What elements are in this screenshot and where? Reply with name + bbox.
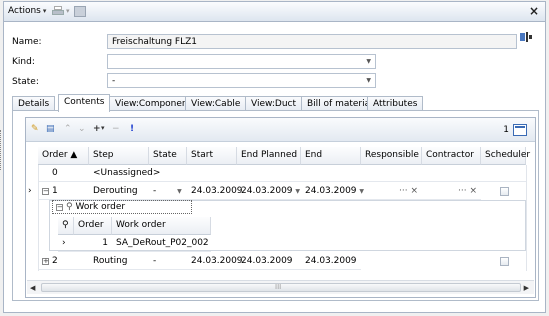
row-selector-icon: › [28,186,32,196]
grid-toolbar: ✎ ▤ ⌃ ⌄ + ▾ − ! 1 [26,118,535,142]
chevron-down-icon: ▾ [42,7,47,15]
remove-icon[interactable]: − [112,124,120,134]
state-select[interactable]: - ▼ [107,73,376,88]
row1-end: 24.03.2009 ▼ [301,183,364,200]
wrench-icon: ⚲ [66,202,73,212]
state-label: State: [12,77,39,87]
child-col-work-order[interactable]: Work order [112,217,211,235]
row0-step: <Unassigned> [89,165,526,182]
col-state[interactable]: State [149,147,187,165]
arrow-up-icon[interactable]: ⌃ [64,124,72,134]
tab-details[interactable]: Details [12,96,56,111]
col-end[interactable]: End [301,147,361,165]
chevron-down-icon: ▼ [366,58,371,65]
col-order[interactable]: Order ▲ [38,147,89,165]
name-field[interactable]: Freischaltung FLZ1 [107,34,517,49]
column-chooser-icon[interactable] [513,124,527,136]
grid-save-icon[interactable]: ▤ [46,124,55,134]
row2-order-value: 2 [52,256,58,266]
save-icon[interactable] [74,6,86,17]
chevron-down-icon[interactable]: ▾ [101,124,105,132]
record-count: 1 [503,125,509,135]
row1-end-planned: 24.03.2009 ▼ [237,183,301,200]
actions-label: Actions [8,6,41,16]
splitter-handle[interactable] [0,130,2,170]
print-icon[interactable] [52,6,64,17]
row0-order: 0 [38,165,89,182]
state-value: - [112,76,116,86]
expand-icon[interactable]: + [42,258,49,265]
col-contractor[interactable]: Contractor [422,147,481,165]
row1-contractor[interactable]: ··· × [422,183,481,200]
tab-view-cable[interactable]: View:Cable [185,96,247,111]
work-order-window: Actions ▾ ▾ × Name: Freischaltung FLZ1 Ki… [3,1,546,313]
pin-icon[interactable] [519,30,533,44]
scroll-right-icon[interactable]: ▶ [524,284,529,292]
contractor-picker-icon[interactable]: ··· × [458,186,477,196]
row2-start: 24.03.2009 [187,253,243,270]
horizontal-scrollbar[interactable]: ◀ III ▶ [27,280,534,294]
window-toolbar: Actions ▾ ▾ × [4,2,545,22]
grid-divider [526,165,527,271]
kind-label: Kind: [12,57,35,67]
row2-end: 24.03.2009 [301,253,361,270]
close-icon[interactable]: × [529,4,539,18]
child-row-order: 1 [74,235,112,252]
row1-step: Derouting [89,183,149,200]
scroll-grip: III [275,283,282,291]
tab-attributes[interactable]: Attributes [367,96,424,111]
collapse-icon[interactable]: − [56,204,63,211]
add-icon[interactable]: + [93,124,101,134]
row-selector-icon: › [58,235,74,252]
responsible-picker-icon[interactable]: ··· × [399,186,418,196]
chevron-down-icon: ▼ [366,77,371,84]
row2-scheduler-checkbox[interactable] [500,257,509,266]
scroll-left-icon[interactable]: ◀ [30,284,35,292]
row1-order: −1 [38,183,89,200]
row2-order: +2 [38,253,89,270]
row2-end-planned: 24.03.2009 [237,253,301,270]
scroll-thumb[interactable]: III [41,283,521,292]
arrow-down-icon[interactable]: ⌄ [78,124,86,134]
row1-state-value: - [153,186,157,196]
collapse-icon[interactable]: − [42,188,49,195]
col-responsible[interactable]: Responsible [361,147,422,165]
tab-view-component[interactable]: View:Component [109,96,198,111]
row1-responsible[interactable]: ··· × [361,183,422,200]
tab-view-duct[interactable]: View:Duct [245,96,303,111]
row1-order-value: 1 [52,186,58,196]
tab-contents[interactable]: Contents [58,94,111,112]
row2-step: Routing [89,253,149,270]
work-order-band-header[interactable]: − ⚲ Work order [52,200,192,214]
row1-end-planned-value: 24.03.2009 [241,186,293,196]
work-order-band-label: Work order [75,202,126,212]
child-row-work-order: SA_DeRout_P02_002 [112,235,211,252]
row1-state[interactable]: - ▼ [149,183,187,200]
row1-scheduler-checkbox[interactable] [500,187,509,196]
name-label: Name: [12,37,42,47]
alert-icon[interactable]: ! [130,124,134,134]
kind-select[interactable]: ▼ [107,54,376,69]
child-filter-icon[interactable]: ⚲ [58,217,74,235]
col-end-planned[interactable]: End Planned [237,147,301,165]
row2-state: - [149,253,187,270]
actions-menu[interactable]: Actions ▾ [8,6,46,16]
col-scheduler[interactable]: Scheduler [481,147,530,165]
row1-start: 24.03.2009 [187,183,243,200]
chevron-down-icon[interactable]: ▼ [295,188,300,195]
chevron-down-icon[interactable]: ▾ [66,7,70,15]
col-step[interactable]: Step [89,147,149,165]
edit-icon[interactable]: ✎ [31,124,39,134]
grid-divider [38,165,39,271]
chevron-down-icon[interactable]: ▼ [177,188,182,195]
row1-end-value: 24.03.2009 [305,186,357,196]
col-start[interactable]: Start [187,147,237,165]
child-col-order[interactable]: Order [74,217,112,235]
